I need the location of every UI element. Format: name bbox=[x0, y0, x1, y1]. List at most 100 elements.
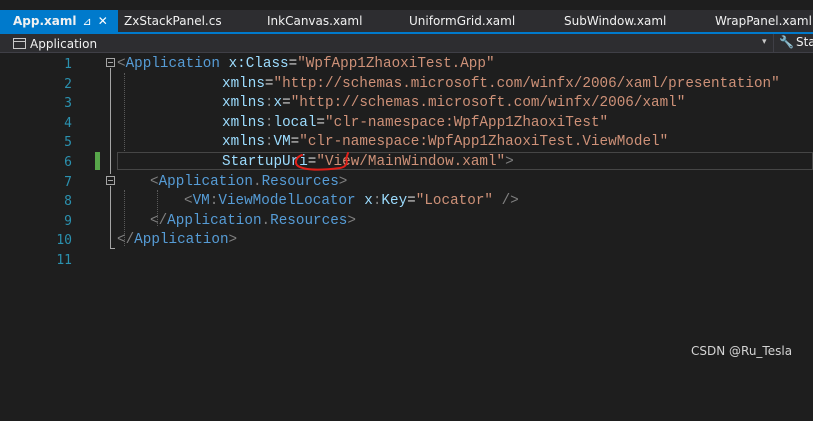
outline-line bbox=[110, 186, 111, 248]
line-number: 2 bbox=[64, 76, 72, 92]
code-token: "Locator" bbox=[415, 193, 493, 210]
code-token: x bbox=[364, 193, 373, 210]
code-token: > bbox=[228, 232, 238, 249]
code-token: xmlns bbox=[222, 75, 265, 92]
code-token: x:Class bbox=[228, 56, 289, 72]
tab-subwindow-xaml[interactable]: SubWindow.xaml bbox=[564, 10, 715, 32]
navbar-divider bbox=[773, 34, 774, 52]
code-line[interactable]: StartupUri="View/MainWindow.xaml"> bbox=[222, 153, 514, 173]
line-number: 6 bbox=[64, 155, 72, 170]
code-token: x bbox=[273, 95, 283, 112]
code-token: = bbox=[264, 75, 274, 92]
code-token: /> bbox=[501, 193, 519, 210]
code-token: = bbox=[316, 114, 325, 131]
code-line[interactable]: </Application> bbox=[117, 231, 237, 251]
collapse-icon[interactable] bbox=[106, 58, 115, 67]
type-dropdown-label: Application bbox=[30, 36, 98, 51]
code-line[interactable]: <Application x:Class="WpfApp1ZhaoxiTest.… bbox=[117, 55, 495, 75]
tab-wrappanel-xaml[interactable]: WrapPanel.xaml bbox=[715, 10, 813, 32]
code-token: "http://schemas.microsoft.com/winfx/2006… bbox=[273, 75, 780, 92]
line-number: 1 bbox=[64, 57, 72, 72]
member-dropdown-label: Sta bbox=[795, 35, 813, 49]
line-number: 11 bbox=[56, 253, 72, 268]
tab-label: UniformGrid.xaml bbox=[409, 14, 516, 28]
code-token: : bbox=[264, 95, 274, 112]
code-token: xmlns bbox=[222, 95, 265, 112]
navigation-bar: Application ▾ 🔧 Sta bbox=[0, 34, 813, 53]
code-token: Application bbox=[134, 232, 229, 249]
code-token: = bbox=[288, 56, 298, 72]
tab-uniformgrid-xaml[interactable]: UniformGrid.xaml bbox=[409, 10, 564, 32]
chevron-down-icon[interactable]: ▾ bbox=[762, 37, 767, 47]
member-dropdown[interactable]: 🔧 Sta bbox=[779, 35, 813, 49]
tab-label: App.xaml bbox=[13, 14, 77, 28]
code-token: "clr-namespace:WpfApp1ZhaoxiTest.ViewMod… bbox=[299, 134, 669, 151]
close-icon[interactable]: ✕ bbox=[98, 14, 108, 28]
indent-guide bbox=[124, 73, 125, 151]
line-number: 8 bbox=[64, 194, 72, 210]
code-token: </ bbox=[150, 212, 168, 229]
outline-line bbox=[110, 68, 111, 174]
code-token: Application bbox=[125, 56, 220, 72]
code-line[interactable]: <VM:ViewModelLocator x:Key="Locator" /> bbox=[184, 192, 519, 212]
code-token: > bbox=[347, 212, 356, 229]
code-token: : bbox=[264, 114, 274, 131]
code-token: = bbox=[290, 134, 300, 151]
code-token: VM bbox=[273, 134, 291, 151]
code-token: > bbox=[505, 154, 514, 170]
tab-label: InkCanvas.xaml bbox=[267, 14, 363, 28]
code-line[interactable]: xmlns="http://schemas.microsoft.com/winf… bbox=[222, 75, 780, 95]
code-token: . bbox=[252, 173, 262, 190]
code-token: . bbox=[261, 212, 271, 229]
collapse-icon[interactable] bbox=[106, 176, 115, 185]
code-line[interactable]: xmlns:VM="clr-namespace:WpfApp1ZhaoxiTes… bbox=[222, 133, 668, 153]
pin-icon[interactable]: ⊿ bbox=[82, 15, 91, 28]
line-number: 3 bbox=[64, 96, 72, 112]
line-number: 5 bbox=[64, 135, 72, 151]
code-editor[interactable]: 1 2 3 4 5 6 7 8 9 10 11 <Application x:Class="WpfA… bbox=[0, 53, 813, 421]
code-token: : bbox=[264, 134, 274, 151]
tab-label: ZxStackPanel.cs bbox=[124, 14, 222, 28]
line-number: 9 bbox=[64, 213, 72, 229]
code-token: </ bbox=[117, 232, 135, 249]
change-indicator bbox=[95, 152, 100, 170]
code-token: Application bbox=[158, 173, 253, 190]
document-tab-strip: App.xaml ⊿ ✕ ZxStackPanel.cs InkCanvas.x… bbox=[0, 10, 813, 32]
code-token: ViewModelLocator bbox=[218, 193, 356, 210]
code-token: "WpfApp1ZhaoxiTest.App" bbox=[297, 56, 495, 72]
code-token: "clr-namespace:WpfApp1ZhaoxiTest" bbox=[325, 114, 609, 131]
outline-end bbox=[110, 248, 115, 249]
code-token: local bbox=[273, 114, 317, 131]
type-dropdown[interactable]: Application bbox=[13, 35, 97, 52]
code-token: = bbox=[282, 95, 291, 112]
watermark: CSDN @Ru_Tesla bbox=[691, 344, 793, 358]
tab-zxstackpanel-cs[interactable]: ZxStackPanel.cs bbox=[124, 10, 267, 32]
tab-label: SubWindow.xaml bbox=[564, 14, 667, 28]
code-token: xmlns bbox=[222, 134, 265, 151]
code-token: < bbox=[150, 173, 159, 190]
code-token: Key bbox=[381, 193, 408, 210]
code-line[interactable]: xmlns:local="clr-namespace:WpfApp1Zhaoxi… bbox=[222, 114, 608, 134]
code-line[interactable]: </Application.Resources> bbox=[150, 212, 356, 232]
wrench-icon: 🔧 bbox=[779, 35, 794, 49]
code-token: VM bbox=[192, 193, 210, 210]
application-icon bbox=[13, 38, 26, 49]
code-token: "http://schemas.microsoft.com/winfx/2006… bbox=[290, 95, 686, 112]
tab-app-xaml[interactable]: App.xaml ⊿ ✕ bbox=[0, 10, 118, 32]
line-number: 7 bbox=[64, 174, 72, 190]
red-underline-annotation bbox=[294, 152, 349, 171]
code-token: = bbox=[407, 193, 416, 210]
code-token: < bbox=[184, 193, 193, 210]
code-line[interactable]: xmlns:x="http://schemas.microsoft.com/wi… bbox=[222, 94, 685, 114]
tab-inkcanvas-xaml[interactable]: InkCanvas.xaml bbox=[267, 10, 409, 32]
code-token: xmlns bbox=[222, 114, 265, 131]
line-number: 10 bbox=[56, 233, 72, 249]
code-token: < bbox=[117, 56, 126, 72]
tab-label: WrapPanel.xaml bbox=[715, 14, 812, 28]
code-token: Resources bbox=[270, 212, 348, 229]
line-number: 4 bbox=[64, 115, 72, 131]
code-token: Application bbox=[167, 212, 262, 229]
